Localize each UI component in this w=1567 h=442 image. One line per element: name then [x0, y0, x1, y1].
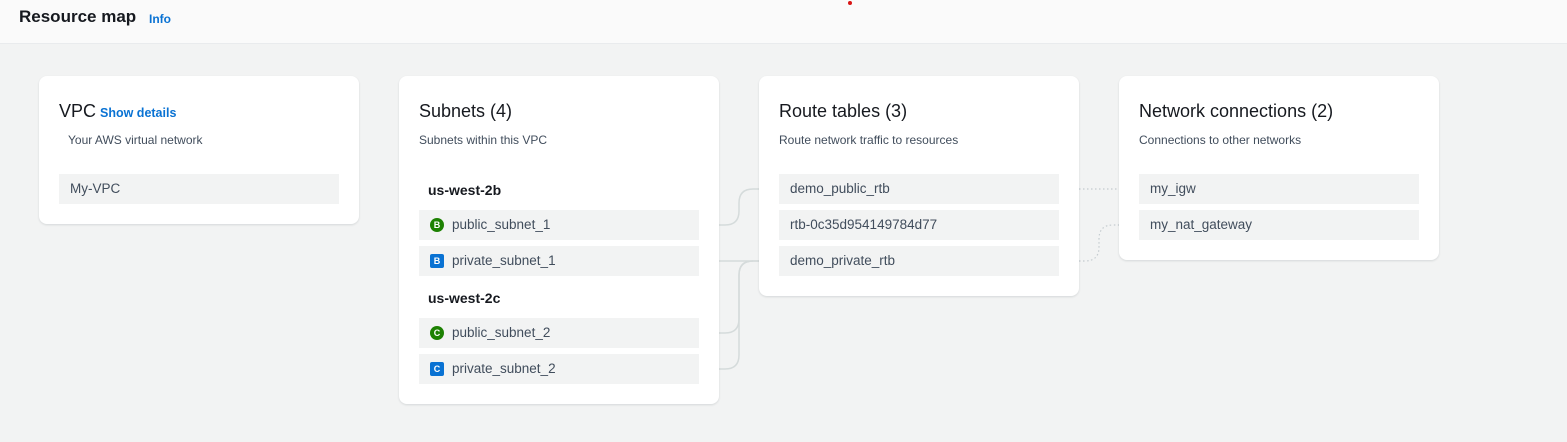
route-table-item-demo-private-rtb[interactable]: demo_private_rtb — [779, 246, 1059, 276]
vpc-title: VPC — [59, 101, 97, 121]
show-details-link[interactable]: Show details — [100, 106, 176, 120]
cursor-dot — [848, 1, 852, 5]
az-label-us-west-2b: us-west-2b — [428, 182, 502, 198]
subnet-item-private-subnet-1[interactable]: B private_subnet_1 — [419, 246, 699, 276]
route-table-item-demo-public-rtb[interactable]: demo_public_rtb — [779, 174, 1059, 204]
route-table-item-rtb-0c35d954149784d77[interactable]: rtb-0c35d954149784d77 — [779, 210, 1059, 240]
subnets-title: Subnets (4) — [419, 101, 513, 121]
private-subnet-badge-icon: B — [430, 254, 444, 268]
info-link[interactable]: Info — [149, 12, 171, 26]
subnet-label: private_subnet_2 — [452, 361, 556, 376]
header-bar: Resource map Info — [0, 0, 1567, 44]
subnets-description: Subnets within this VPC — [419, 133, 548, 147]
route-tables-description: Route network traffic to resources — [779, 133, 959, 147]
route-tables-title: Route tables (3) — [779, 101, 908, 121]
route-tables-card: Route tables (3) Route network traffic t… — [759, 76, 1079, 296]
network-connection-item-my-nat-gateway[interactable]: my_nat_gateway — [1139, 210, 1419, 240]
public-subnet-badge-icon: B — [430, 218, 444, 232]
page-title: Resource map — [19, 7, 137, 26]
subnet-label: public_subnet_1 — [452, 217, 551, 232]
public-subnet-badge-icon: C — [430, 326, 444, 340]
subnet-label: public_subnet_2 — [452, 325, 551, 340]
network-connections-title: Network connections (2) — [1139, 101, 1334, 121]
subnet-item-private-subnet-2[interactable]: C private_subnet_2 — [419, 354, 699, 384]
az-label-us-west-2c: us-west-2c — [428, 290, 501, 306]
subnet-item-public-subnet-1[interactable]: B public_subnet_1 — [419, 210, 699, 240]
vpc-description: Your AWS virtual network — [68, 133, 203, 147]
network-connection-item-my-igw[interactable]: my_igw — [1139, 174, 1419, 204]
private-subnet-badge-icon: C — [430, 362, 444, 376]
subnets-card: Subnets (4) Subnets within this VPC us-w… — [399, 76, 719, 404]
subnet-label: private_subnet_1 — [452, 253, 556, 268]
subnet-item-public-subnet-2[interactable]: C public_subnet_2 — [419, 318, 699, 348]
network-connections-description: Connections to other networks — [1139, 133, 1302, 147]
vpc-card: VPC Show details Your AWS virtual networ… — [39, 76, 359, 224]
vpc-item[interactable]: My-VPC — [59, 174, 339, 204]
network-connections-card: Network connections (2) Connections to o… — [1119, 76, 1439, 260]
